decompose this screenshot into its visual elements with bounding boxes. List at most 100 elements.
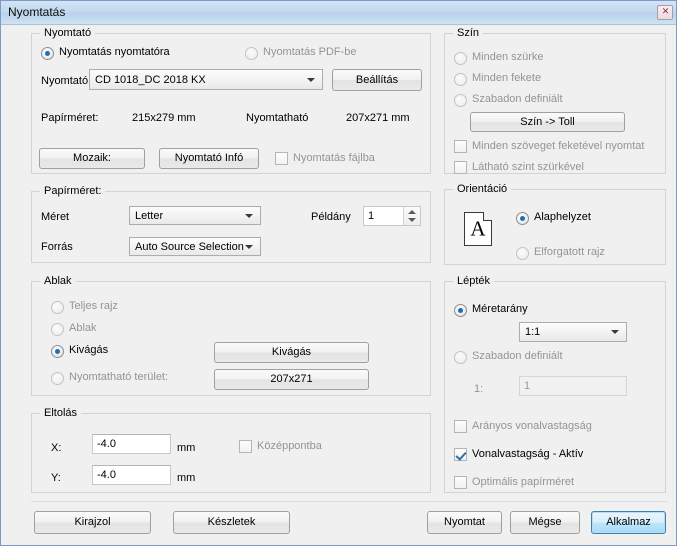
- cancel-button[interactable]: Mégse: [510, 511, 580, 534]
- radio-crop-label: Kivágás: [69, 344, 109, 356]
- paper-size-value: Letter: [135, 209, 164, 222]
- scale-ratio-value: 1:1: [525, 326, 541, 338]
- chevron-down-icon: [611, 330, 619, 334]
- close-icon: ✕: [661, 7, 670, 17]
- chevron-down-icon: [408, 218, 416, 222]
- radio-custom-color-label: Szabadon definiált: [472, 93, 563, 105]
- radio-scale-ratio-label: Méretarány: [472, 303, 528, 315]
- radio-orientation-rotated[interactable]: [516, 247, 529, 260]
- radio-all-black[interactable]: [454, 73, 467, 86]
- radio-full-drawing[interactable]: [51, 301, 64, 314]
- window-group-title: Ablak: [40, 275, 76, 287]
- offset-group: Eltolás: [31, 407, 431, 493]
- center-label: Középpontba: [257, 440, 322, 452]
- radio-print-to-printer-label: Nyomtatás nyomtatóra: [59, 46, 170, 58]
- paper-source-label: Forrás: [41, 241, 73, 253]
- offset-x-value: -4.0: [97, 438, 116, 450]
- radio-full-drawing-label: Teljes rajz: [69, 300, 118, 312]
- paper-source-select[interactable]: Auto Source Selection: [129, 237, 261, 256]
- radio-orientation-default-label: Alaphelyzet: [534, 211, 591, 223]
- paper-size-select[interactable]: Letter: [129, 206, 261, 225]
- optimal-papersize-checkbox[interactable]: [454, 476, 467, 489]
- scale-group-title: Lépték: [453, 275, 495, 287]
- orientation-group-title: Orientáció: [453, 183, 512, 195]
- linewidth-active-label: Vonalvastagság - Aktív: [472, 448, 584, 460]
- optimal-papersize-label: Optimális papírméret: [472, 476, 575, 488]
- window-title: Nyomtatás: [8, 5, 66, 19]
- visible-level-gray-checkbox[interactable]: [454, 161, 467, 174]
- color-group-title: Szín: [453, 27, 484, 39]
- all-text-black-label: Minden szöveget feketével nyomtat: [472, 140, 645, 152]
- radio-scale-custom-label: Szabadon definiált: [472, 350, 563, 362]
- radio-printable-area[interactable]: [51, 372, 64, 385]
- copies-value: 1: [368, 210, 375, 222]
- paper-group-title: Papírméret:: [40, 185, 106, 197]
- chevron-down-icon: [307, 77, 315, 82]
- offset-x-label: X:: [51, 442, 62, 454]
- linewidth-active-checkbox[interactable]: [454, 448, 467, 461]
- print-button[interactable]: Nyomtat: [427, 511, 502, 534]
- scale-custom-input[interactable]: 1: [519, 376, 627, 396]
- radio-window-label: Ablak: [69, 322, 97, 334]
- radio-print-to-pdf-label: Nyomtatás PDF-be: [263, 46, 357, 58]
- paper-size-label: Méret: [41, 211, 70, 223]
- radio-all-gray-label: Minden szürke: [472, 51, 544, 63]
- proportional-linewidth-checkbox[interactable]: [454, 420, 467, 433]
- radio-scale-ratio[interactable]: [454, 304, 467, 317]
- radio-crop[interactable]: [51, 345, 64, 358]
- print-to-file-checkbox[interactable]: [275, 152, 288, 165]
- printer-info-button[interactable]: Nyomtató Infó: [159, 148, 259, 169]
- chevron-down-icon: [245, 244, 253, 249]
- radio-custom-color[interactable]: [454, 94, 467, 107]
- settings-button[interactable]: Beállítás: [332, 69, 422, 91]
- scale-ratio-select[interactable]: 1:1: [519, 322, 627, 342]
- scale-custom-value: 1: [524, 380, 531, 392]
- printer-group-title: Nyomtató: [40, 27, 96, 39]
- color-to-pen-button[interactable]: Szín -> Toll: [470, 112, 625, 132]
- center-checkbox[interactable]: [239, 440, 252, 453]
- copies-spinner-buttons[interactable]: [403, 207, 420, 225]
- offset-group-title: Eltolás: [40, 407, 82, 419]
- scale-custom-label: 1:: [474, 383, 484, 395]
- printable-value: 207x271 mm: [346, 112, 410, 124]
- papersize-label: Papírméret:: [41, 112, 99, 124]
- copies-stepper[interactable]: 1: [363, 206, 421, 226]
- radio-printable-area-label: Nyomtatható terület:: [69, 371, 169, 383]
- crop-button[interactable]: Kivágás: [214, 342, 369, 363]
- offset-x-unit: mm: [177, 442, 196, 454]
- radio-all-gray[interactable]: [454, 52, 467, 65]
- printer-label: Nyomtató: [41, 75, 89, 87]
- offset-y-label: Y:: [51, 472, 61, 484]
- papersize-value: 215x279 mm: [132, 112, 196, 124]
- radio-print-to-pdf[interactable]: [245, 47, 258, 60]
- mosaic-button[interactable]: Mozaik:: [39, 148, 145, 169]
- radio-orientation-default[interactable]: [516, 212, 529, 225]
- printer-select-value: CD 1018_DC 2018 KX: [95, 73, 206, 86]
- footer-divider: [31, 501, 667, 502]
- title-bar: Nyomtatás ✕: [1, 1, 676, 25]
- apply-button[interactable]: Alkalmaz: [591, 511, 666, 534]
- all-text-black-checkbox[interactable]: [454, 140, 467, 153]
- print-to-file-label: Nyomtatás fájlba: [293, 152, 375, 164]
- close-button[interactable]: ✕: [657, 5, 673, 20]
- presets-button[interactable]: Készletek: [173, 511, 290, 534]
- chevron-up-icon: [408, 210, 416, 214]
- radio-print-to-printer[interactable]: [41, 47, 54, 60]
- page-orientation-icon: A: [464, 212, 492, 246]
- printable-label: Nyomtatható: [246, 112, 309, 124]
- radio-window[interactable]: [51, 323, 64, 336]
- offset-y-unit: mm: [177, 472, 196, 484]
- printer-select[interactable]: CD 1018_DC 2018 KX: [89, 69, 323, 90]
- proportional-linewidth-label: Arányos vonalvastagság: [472, 420, 592, 432]
- visible-level-gray-label: Látható szint szürkével: [472, 161, 584, 173]
- printable-area-button[interactable]: 207x271: [214, 369, 369, 390]
- paper-source-value: Auto Source Selection: [135, 240, 244, 253]
- radio-orientation-rotated-label: Elforgatott rajz: [534, 246, 605, 258]
- page-letter-glyph: A: [470, 216, 486, 241]
- offset-y-value: -4.0: [97, 469, 116, 481]
- offset-y-input[interactable]: -4.0: [92, 465, 171, 485]
- print-dialog: Nyomtatás ✕ Nyomtató Nyomtatás nyomtatór…: [0, 0, 677, 546]
- draw-button[interactable]: Kirajzol: [34, 511, 151, 534]
- offset-x-input[interactable]: -4.0: [92, 434, 171, 454]
- radio-scale-custom[interactable]: [454, 351, 467, 364]
